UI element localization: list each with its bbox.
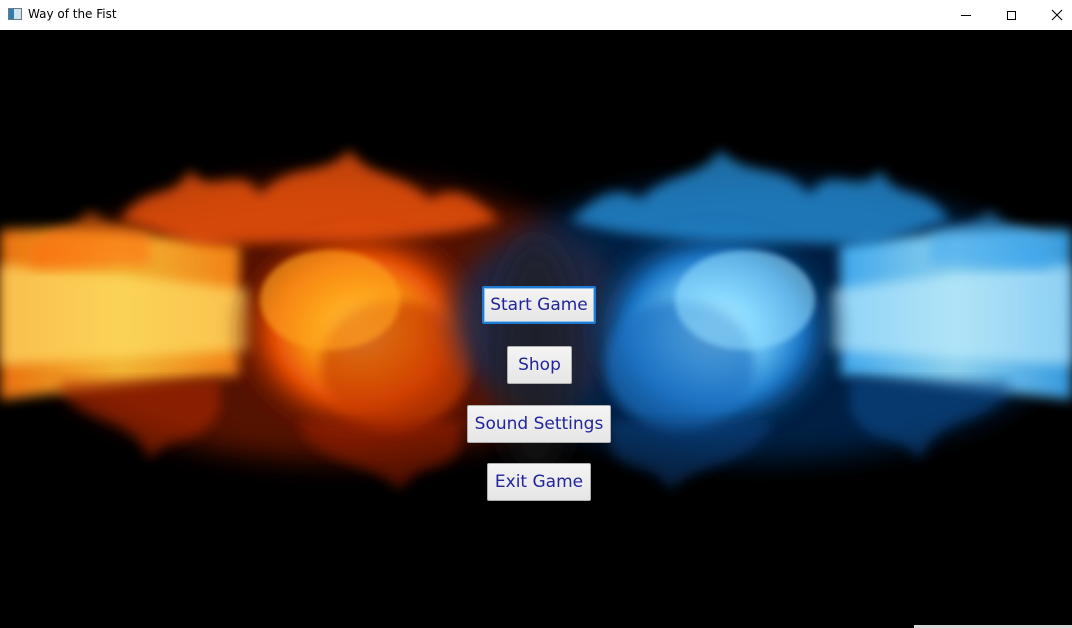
shop-button[interactable]: Shop bbox=[507, 346, 572, 384]
game-window: Way of the Fist Start Game Shop Sound Se… bbox=[0, 0, 1072, 628]
close-icon bbox=[1051, 9, 1063, 21]
start-game-button[interactable]: Start Game bbox=[482, 286, 596, 324]
close-button[interactable] bbox=[1034, 0, 1072, 30]
fire-ice-fists-artwork bbox=[0, 150, 1072, 490]
maximize-button[interactable] bbox=[988, 0, 1034, 30]
app-window-icon bbox=[8, 8, 22, 20]
minimize-icon bbox=[961, 14, 971, 16]
minimize-button[interactable] bbox=[943, 0, 989, 30]
main-menu-screen: Start Game Shop Sound Settings Exit Game bbox=[0, 30, 1072, 628]
exit-game-button[interactable]: Exit Game bbox=[487, 463, 591, 501]
maximize-icon bbox=[1006, 10, 1016, 20]
window-title: Way of the Fist bbox=[28, 7, 117, 21]
title-bar[interactable]: Way of the Fist bbox=[0, 0, 1072, 30]
sound-settings-button[interactable]: Sound Settings bbox=[467, 405, 611, 443]
